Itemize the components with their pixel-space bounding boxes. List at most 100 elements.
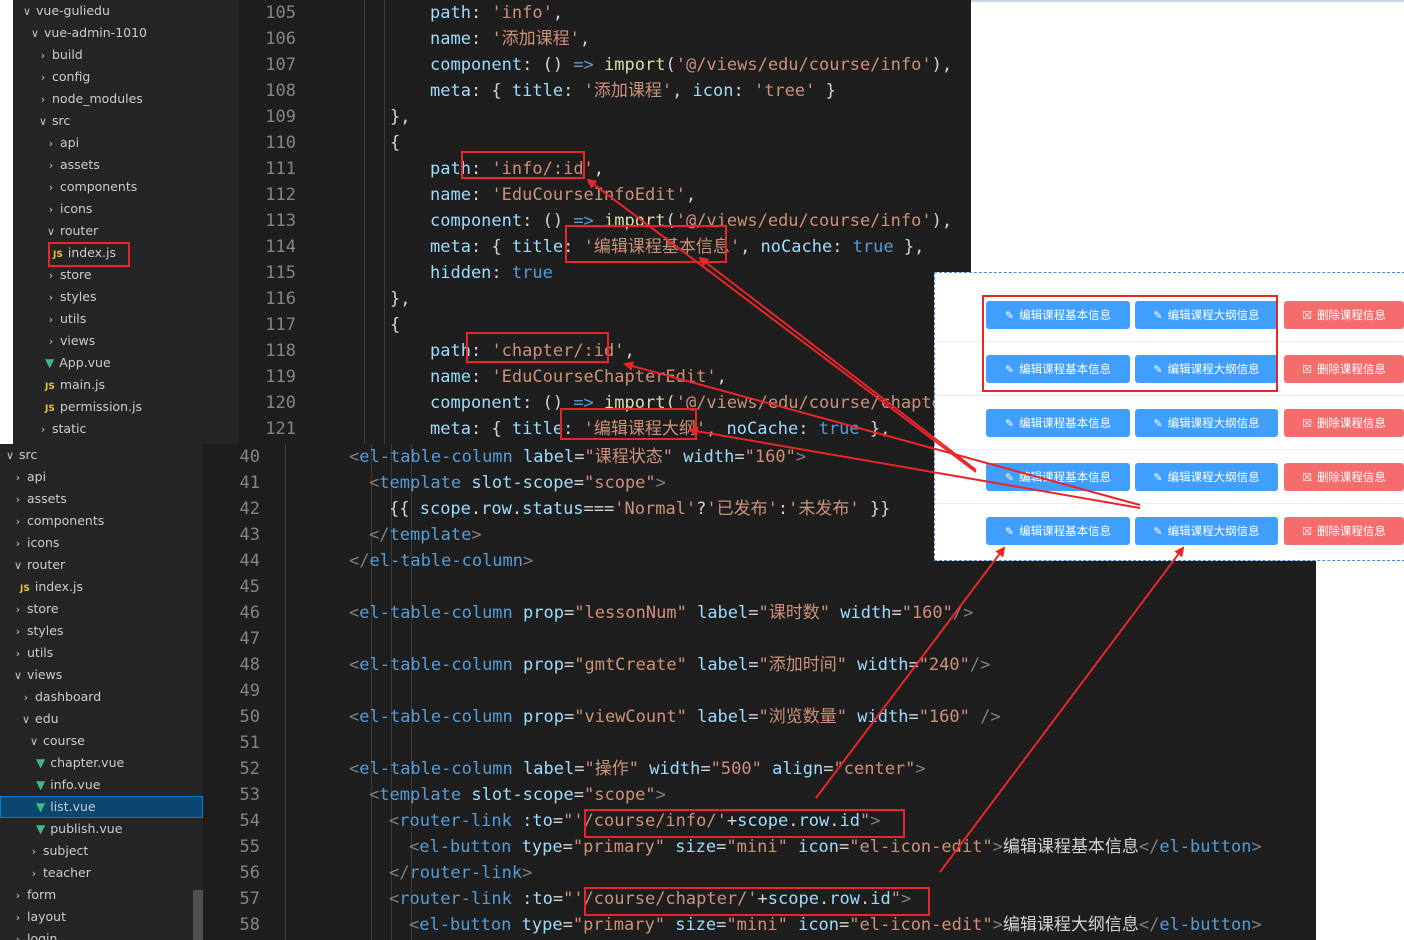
chevron-down-icon[interactable]: ∨: [20, 709, 32, 731]
code-line[interactable]: 48 <el-table-column prop="gmtCreate" labe…: [203, 652, 1316, 678]
chevron-right-icon[interactable]: ›: [45, 133, 57, 155]
chevron-right-icon[interactable]: ›: [37, 67, 49, 89]
code-line[interactable]: 115 hidden: true: [238, 260, 971, 286]
tree-item[interactable]: › styles: [13, 286, 238, 308]
chevron-right-icon[interactable]: ›: [45, 331, 57, 353]
tree-item[interactable]: › form: [0, 884, 203, 906]
tree-item[interactable]: JS main.js: [13, 374, 238, 396]
edit-chapter-button[interactable]: ✎ 编辑课程大纲信息: [1135, 409, 1278, 437]
edit-info-button[interactable]: ✎ 编辑课程基本信息: [986, 409, 1130, 437]
scrollbar[interactable]: [193, 890, 203, 940]
code-line[interactable]: 46 <el-table-column prop="lessonNum" labe…: [203, 600, 1316, 626]
tree-item[interactable]: ∨ vue-guliedu: [13, 0, 238, 22]
chevron-right-icon[interactable]: ›: [45, 265, 57, 287]
tree-item[interactable]: › utils: [13, 308, 238, 330]
tree-item[interactable]: › styles: [0, 620, 203, 642]
tree-item[interactable]: ∨ edu: [0, 708, 203, 730]
tree-item[interactable]: › assets: [13, 154, 238, 176]
code-line[interactable]: 50 <el-table-column prop="viewCount" labe…: [203, 704, 1316, 730]
chevron-right-icon[interactable]: ›: [20, 687, 32, 709]
tree-item[interactable]: ▼ App.vue: [13, 352, 238, 374]
chevron-right-icon[interactable]: ›: [28, 841, 40, 863]
chevron-right-icon[interactable]: ›: [12, 907, 24, 929]
tree-item[interactable]: › utils: [0, 642, 203, 664]
delete-course-button[interactable]: ☒ 删除课程信息: [1284, 463, 1404, 491]
tree-item[interactable]: ∨ src: [0, 444, 203, 466]
code-line[interactable]: 106 name: '添加课程',: [238, 26, 971, 52]
tree-item[interactable]: › config: [13, 66, 238, 88]
delete-course-button[interactable]: ☒ 删除课程信息: [1284, 409, 1404, 437]
edit-chapter-button[interactable]: ✎ 编辑课程大纲信息: [1135, 463, 1278, 491]
tree-item[interactable]: › build: [13, 44, 238, 66]
tree-item[interactable]: ∨ router: [13, 220, 238, 242]
chevron-right-icon[interactable]: ›: [37, 89, 49, 111]
tree-item[interactable]: › icons: [13, 198, 238, 220]
tree-item[interactable]: ∨ src: [13, 110, 238, 132]
tree-item[interactable]: › static: [13, 418, 238, 440]
code-line[interactable]: 52 <el-table-column label="操作" width="500…: [203, 756, 1316, 782]
chevron-down-icon[interactable]: ∨: [45, 221, 57, 243]
chevron-right-icon[interactable]: ›: [12, 621, 24, 643]
tree-item[interactable]: › login: [0, 928, 203, 940]
chevron-down-icon[interactable]: ∨: [28, 731, 40, 753]
tree-item[interactable]: › icons: [0, 532, 203, 554]
chevron-right-icon[interactable]: ›: [45, 309, 57, 331]
chevron-right-icon[interactable]: ›: [45, 287, 57, 309]
code-line[interactable]: 53 <template slot-scope="scope">: [203, 782, 1316, 808]
tree-item[interactable]: › store: [13, 264, 238, 286]
edit-chapter-button[interactable]: ✎ 编辑课程大纲信息: [1135, 517, 1278, 545]
tree-item[interactable]: ∨ course: [0, 730, 203, 752]
chevron-down-icon[interactable]: ∨: [37, 111, 49, 133]
tree-item[interactable]: JS permission.js: [13, 396, 238, 418]
tree-item[interactable]: ▼ info.vue: [0, 774, 203, 796]
edit-info-button[interactable]: ✎ 编辑课程基本信息: [986, 463, 1130, 491]
code-line[interactable]: 108 meta: { title: '添加课程', icon: 'tree' }: [238, 78, 971, 104]
tree-item[interactable]: › teacher: [0, 862, 203, 884]
tree-item[interactable]: ∨ views: [0, 664, 203, 686]
tree-item[interactable]: › api: [0, 466, 203, 488]
code-line[interactable]: 111 path: 'info/:id',: [238, 156, 971, 182]
chevron-down-icon[interactable]: ∨: [12, 665, 24, 687]
tree-item[interactable]: ▼ publish.vue: [0, 818, 203, 840]
tree-item[interactable]: › dashboard: [0, 686, 203, 708]
chevron-right-icon[interactable]: ›: [12, 885, 24, 907]
chevron-right-icon[interactable]: ›: [12, 467, 24, 489]
tree-item[interactable]: › api: [13, 132, 238, 154]
chevron-right-icon[interactable]: ›: [12, 643, 24, 665]
code-line[interactable]: 51: [203, 730, 1316, 756]
code-line[interactable]: 49: [203, 678, 1316, 704]
tree-item[interactable]: ∨ vue-admin-1010: [13, 22, 238, 44]
edit-info-button[interactable]: ✎ 编辑课程基本信息: [986, 517, 1130, 545]
chevron-right-icon[interactable]: ›: [12, 489, 24, 511]
chevron-right-icon[interactable]: ›: [12, 599, 24, 621]
chevron-right-icon[interactable]: ›: [45, 199, 57, 221]
chevron-right-icon[interactable]: ›: [45, 155, 57, 177]
chevron-right-icon[interactable]: ›: [12, 929, 24, 940]
tree-item[interactable]: › components: [0, 510, 203, 532]
chevron-right-icon[interactable]: ›: [12, 511, 24, 533]
code-line[interactable]: 112 name: 'EduCourseInfoEdit',: [238, 182, 971, 208]
chevron-down-icon[interactable]: ∨: [12, 555, 24, 577]
tree-item[interactable]: › store: [0, 598, 203, 620]
code-line[interactable]: 119 name: 'EduCourseChapterEdit',: [238, 364, 971, 390]
chevron-right-icon[interactable]: ›: [45, 177, 57, 199]
chevron-right-icon[interactable]: ›: [37, 45, 49, 67]
code-line[interactable]: 107 component: () => import('@/views/edu/…: [238, 52, 971, 78]
tree-item[interactable]: › node_modules: [13, 88, 238, 110]
code-line[interactable]: 56 </router-link>: [203, 860, 1316, 886]
tree-item[interactable]: › layout: [0, 906, 203, 928]
code-line[interactable]: 45: [203, 574, 1316, 600]
tree-item[interactable]: ▼ chapter.vue: [0, 752, 203, 774]
chevron-right-icon[interactable]: ›: [12, 533, 24, 555]
tree-item[interactable]: JS index.js: [0, 576, 203, 598]
code-line[interactable]: 109},: [238, 104, 971, 130]
delete-course-button[interactable]: ☒ 删除课程信息: [1284, 355, 1404, 383]
code-line[interactable]: 47: [203, 626, 1316, 652]
code-line[interactable]: 110 {: [238, 130, 971, 156]
tree-item[interactable]: › views: [13, 330, 238, 352]
code-line[interactable]: 116},: [238, 286, 971, 312]
chevron-down-icon[interactable]: ∨: [29, 23, 41, 45]
chevron-down-icon[interactable]: ∨: [4, 445, 16, 467]
chevron-right-icon[interactable]: ›: [37, 419, 49, 441]
code-line[interactable]: 105 path: 'info',: [238, 0, 971, 26]
